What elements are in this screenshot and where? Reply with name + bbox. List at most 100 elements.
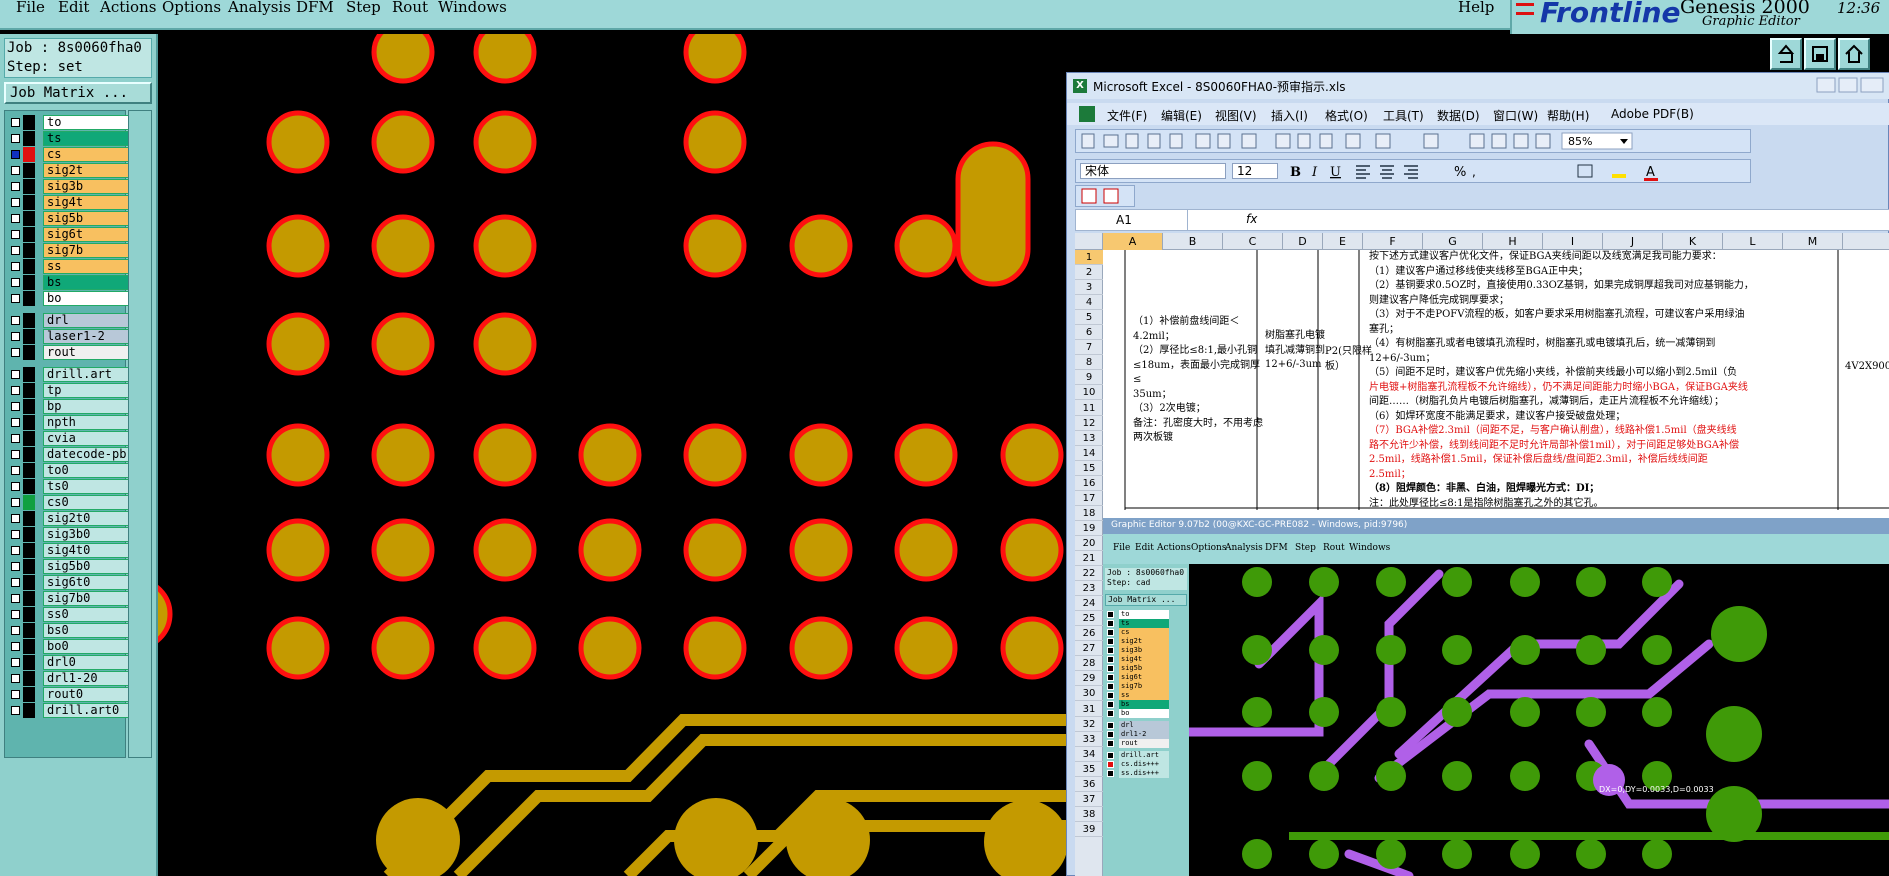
layer-color-swatch[interactable] [23,495,35,510]
row-header-35[interactable]: 35 [1075,762,1103,777]
layer-name[interactable]: bs [43,275,129,290]
layer-list-scrollbar[interactable] [128,110,152,758]
layer-color-swatch[interactable] [23,703,35,718]
layer-row-sig2t0[interactable]: sig2t0 [7,511,129,526]
nested-layer-swatch[interactable] [1107,629,1114,636]
layer-checkbox[interactable] [11,230,20,239]
layer-checkbox[interactable] [11,262,20,271]
layer-name[interactable]: bo0 [43,639,129,654]
layer-color-swatch[interactable] [23,543,35,558]
layer-checkbox[interactable] [11,514,20,523]
nested-layer-swatch[interactable] [1107,656,1114,663]
layer-row-to0[interactable]: to0 [7,463,129,478]
layer-row-ss[interactable]: ss [7,259,129,274]
column-header-D[interactable]: D [1283,233,1323,250]
layer-row-bo0[interactable]: bo0 [7,639,129,654]
layer-name[interactable]: sig5b [43,211,129,226]
layer-row-cvia[interactable]: cvia [7,431,129,446]
layer-color-swatch[interactable] [23,399,35,414]
excel-menu-data[interactable]: 数据(D) [1437,107,1480,124]
layer-checkbox[interactable] [11,674,20,683]
toolbar-button-1[interactable] [1770,38,1802,70]
layer-row-ts[interactable]: ts [7,131,129,146]
nested-layer-name[interactable]: sig7b [1119,682,1169,691]
layer-color-swatch[interactable] [23,259,35,274]
layer-row-sig3b0[interactable]: sig3b0 [7,527,129,542]
layer-checkbox[interactable] [11,546,20,555]
nested-layer-row-drl[interactable]: drl [1107,721,1169,730]
layer-name[interactable]: to0 [43,463,129,478]
layer-color-swatch[interactable] [23,147,35,162]
layer-name[interactable]: npth [43,415,129,430]
excel-menu-window[interactable]: 窗口(W) [1493,107,1538,124]
nested-layer-swatch[interactable] [1107,770,1114,777]
job-matrix-button[interactable]: Job Matrix ... [4,82,152,104]
row-header-21[interactable]: 21 [1075,551,1103,566]
layer-name[interactable]: sig7b [43,243,129,258]
layer-color-swatch[interactable] [23,591,35,606]
column-header-G[interactable]: G [1423,233,1483,250]
layer-checkbox[interactable] [11,386,20,395]
excel-menu-file[interactable]: 文件(F) [1107,107,1147,124]
layer-name[interactable]: drill.art [43,367,129,382]
row-header-6[interactable]: 6 [1075,325,1103,341]
layer-color-swatch[interactable] [23,559,35,574]
layer-color-swatch[interactable] [23,329,35,344]
menu-dfm[interactable]: DFM [296,0,334,20]
nested-layer-swatch[interactable] [1107,710,1114,717]
layer-row-sig7b0[interactable]: sig7b0 [7,591,129,606]
layer-name[interactable]: drl1-20 [43,671,129,686]
row-header-34[interactable]: 34 [1075,747,1103,762]
layer-color-swatch[interactable] [23,243,35,258]
nested-layer-row-drill.art[interactable]: drill.art [1107,751,1169,760]
layer-row-bs[interactable]: bs [7,275,129,290]
layer-checkbox[interactable] [11,706,20,715]
layer-row-tp[interactable]: tp [7,383,129,398]
layer-name[interactable]: to [43,115,129,130]
layer-color-swatch[interactable] [23,655,35,670]
nested-menu-analysis[interactable]: Analysis [1225,543,1263,553]
layer-row-ts0[interactable]: ts0 [7,479,129,494]
layer-name[interactable]: cs [43,147,129,162]
layer-checkbox[interactable] [11,294,20,303]
layer-checkbox[interactable] [11,594,20,603]
nested-layer-row-ss.dis+++[interactable]: ss.dis+++ [1107,769,1169,778]
pdf-icons[interactable] [1076,186,1134,206]
row-header-9[interactable]: 9 [1075,370,1103,386]
layer-row-npth[interactable]: npth [7,415,129,430]
row-header-37[interactable]: 37 [1075,792,1103,807]
row-header-25[interactable]: 25 [1075,611,1103,627]
nested-layer-row-sig6t[interactable]: sig6t [1107,673,1169,682]
layer-color-swatch[interactable] [23,639,35,654]
layer-checkbox[interactable] [11,198,20,207]
row-header-27[interactable]: 27 [1075,641,1103,657]
excel-menu-help[interactable]: 帮助(H) [1547,107,1589,124]
nested-layer-name[interactable]: cs [1119,628,1169,637]
nested-layer-swatch[interactable] [1107,611,1114,618]
layer-row-drl[interactable]: drl [7,313,129,328]
layer-row-drill.art[interactable]: drill.art [7,367,129,382]
toolbar-button-3[interactable] [1838,38,1870,70]
close-icon[interactable] [1860,77,1884,93]
nested-layer-swatch[interactable] [1107,761,1114,768]
layer-color-swatch[interactable] [23,195,35,210]
nested-layer-row-sig2t[interactable]: sig2t [1107,637,1169,646]
layer-checkbox[interactable] [11,690,20,699]
nested-layer-swatch[interactable] [1107,638,1114,645]
row-header-38[interactable]: 38 [1075,807,1103,822]
nested-layer-row-sig3b[interactable]: sig3b [1107,646,1169,655]
row-header-22[interactable]: 22 [1075,566,1103,582]
nested-layer-row-ss[interactable]: ss [1107,691,1169,700]
row-header-10[interactable]: 10 [1075,385,1103,401]
excel-menu-edit[interactable]: 编辑(E) [1161,107,1202,124]
menu-actions[interactable]: Actions [100,0,156,20]
layer-checkbox[interactable] [11,166,20,175]
standard-toolbar-icons[interactable]: 85% [1076,130,1746,152]
layer-row-sig2t[interactable]: sig2t [7,163,129,178]
layer-color-swatch[interactable] [23,511,35,526]
layer-color-swatch[interactable] [23,275,35,290]
row-header-19[interactable]: 19 [1075,521,1103,536]
layer-name[interactable]: sig2t0 [43,511,129,526]
layer-name[interactable]: drill.art0 [43,703,129,718]
nested-layer-swatch[interactable] [1107,731,1114,738]
